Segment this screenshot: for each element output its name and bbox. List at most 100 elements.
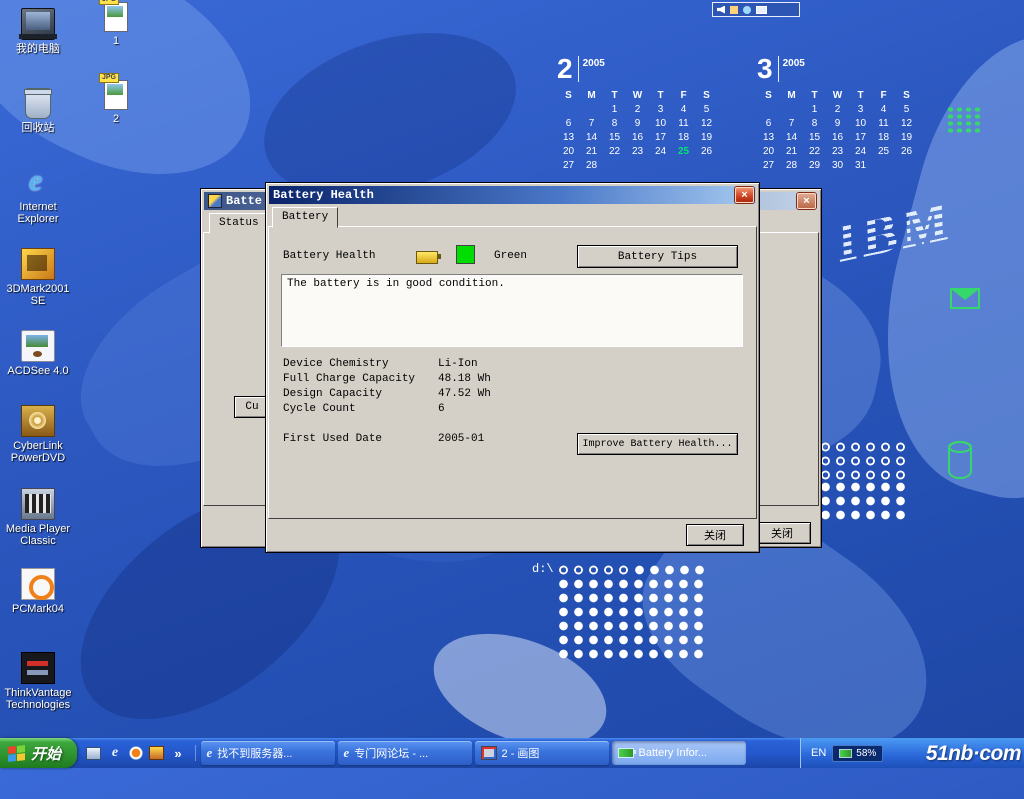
calendar-day: 18 <box>672 130 695 144</box>
close-icon[interactable]: × <box>797 193 816 209</box>
calendar-day <box>780 102 803 116</box>
calendar-day-header: T <box>849 88 872 102</box>
field-label: Cycle Count <box>283 403 356 415</box>
close-button[interactable]: 关闭 <box>686 524 744 546</box>
battery-tray-indicator[interactable]: 58% <box>832 745 883 762</box>
cyberlink-powerdvd-icon <box>21 405 55 437</box>
battery-icon <box>416 251 438 264</box>
battery-field-row: Full Charge Capacity48.18 Wh <box>283 373 603 388</box>
window-icon <box>208 194 222 208</box>
calendar-day <box>649 158 672 172</box>
my-computer-icon <box>21 8 55 40</box>
close-icon[interactable]: × <box>735 187 754 203</box>
taskbar: 开始 找不到服务器...专门网论坛 - ... 2 - 画图 Battery Inf… <box>0 738 1024 768</box>
ie-icon <box>344 745 350 761</box>
desktop-icon-pcmark04[interactable]: PCMark04 <box>2 568 74 615</box>
desktop-icon-cyberlink-powerdvd[interactable]: CyberLink PowerDVD <box>2 405 74 464</box>
taskbar-task-button[interactable]: Battery Infor... <box>612 741 746 765</box>
calendar-day: 26 <box>895 144 918 158</box>
calendar-day: 15 <box>803 130 826 144</box>
desktop-icon-acdsee[interactable]: ACDSee 4.0 <box>2 330 74 377</box>
calendar-day: 9 <box>626 116 649 130</box>
dot-matrix-decoration <box>818 440 910 480</box>
desktop-icon-recycle-bin[interactable]: 回收站 <box>2 88 74 134</box>
photo-viewer-icon[interactable] <box>149 746 164 760</box>
calendar-day: 15 <box>603 130 626 144</box>
calendar-day: 8 <box>803 116 826 130</box>
field-label: Device Chemistry <box>283 358 389 370</box>
battery-icon <box>839 749 852 758</box>
calendar-day: 16 <box>826 130 849 144</box>
speaker-icon <box>717 6 725 14</box>
calendar-day-header: W <box>826 88 849 102</box>
calendar-day: 16 <box>626 130 649 144</box>
desktop-file-2[interactable]: JPG2 <box>92 80 140 125</box>
calendar-day: 11 <box>872 116 895 130</box>
calendar-day <box>603 158 626 172</box>
battery-health-titlebar[interactable]: Battery Health × <box>269 186 756 204</box>
calendar-day: 19 <box>695 130 718 144</box>
calendar-day: 30 <box>826 158 849 172</box>
task-label: 2 - 画图 <box>502 745 540 761</box>
health-status-swatch <box>456 245 475 264</box>
tab-battery[interactable]: Battery <box>272 207 338 228</box>
desktop-icon-my-computer[interactable]: 我的电脑 <box>2 8 74 55</box>
show-desktop-icon[interactable] <box>86 747 101 760</box>
calendar-day: 31 <box>849 158 872 172</box>
health-status-value: Green <box>494 250 527 262</box>
calendar-day: 4 <box>672 102 695 116</box>
taskbar-task-button[interactable]: 2 - 画图 <box>475 741 609 765</box>
battery-health-dialog[interactable]: Battery Health × Battery Battery Health … <box>265 182 760 553</box>
calendar-day: 23 <box>826 144 849 158</box>
field-label: Full Charge Capacity <box>283 373 415 385</box>
thinkvantage-technologies-icon <box>21 652 55 684</box>
desktop-icon-thinkvantage-technologies[interactable]: ThinkVantage Technologies <box>2 652 74 711</box>
calendar-day: 27 <box>757 158 780 172</box>
taskbar-task-button[interactable]: 找不到服务器... <box>201 741 335 765</box>
calendar-grid: SMTWTFS123456789101112131415161718192021… <box>557 88 718 172</box>
calendar-day <box>580 102 603 116</box>
ie-icon <box>207 745 213 761</box>
media-player-icon[interactable] <box>129 746 143 760</box>
calendar-day-header: S <box>557 88 580 102</box>
calendar-day: 21 <box>780 144 803 158</box>
desktop-icon-internet-explorer[interactable]: Internet Explorer <box>2 168 74 225</box>
desktop-icon-3dmark2001-se[interactable]: 3DMark2001 SE <box>2 248 74 307</box>
battery-field-row: Device ChemistryLi-Ion <box>283 358 603 373</box>
language-indicator[interactable]: EN <box>811 747 826 759</box>
overflow-chevron-icon[interactable] <box>170 745 186 761</box>
desktop-file-1[interactable]: JPG 1 <box>92 2 140 47</box>
calendar-day: 3 <box>849 102 872 116</box>
desktop-icon-label: 我的电脑 <box>16 43 60 55</box>
calendar-month-number: 3 <box>757 56 779 82</box>
monitor-icon <box>756 6 767 14</box>
battery-field-row: Design Capacity47.52 Wh <box>283 388 603 403</box>
improve-battery-health-button[interactable]: Improve Battery Health... <box>577 433 738 455</box>
battery-tips-button[interactable]: Battery Tips <box>577 245 738 268</box>
calendar-day: 24 <box>849 144 872 158</box>
dot-matrix-decoration <box>818 480 910 524</box>
desktop-icon-media-player-classic[interactable]: Media Player Classic <box>2 488 74 547</box>
close-button[interactable]: 关闭 <box>753 522 811 544</box>
calendar-day: 17 <box>649 130 672 144</box>
condition-textbox: The battery is in good condition. <box>281 274 743 347</box>
desktop-icon-label: ACDSee 4.0 <box>7 365 68 377</box>
desktop-file-label: 1 <box>113 35 119 47</box>
calendar-day-header: S <box>757 88 780 102</box>
calendar-day: 9 <box>826 116 849 130</box>
calendar-day: 28 <box>580 158 603 172</box>
quick-launch-bar <box>77 745 196 761</box>
calendar-day: 4 <box>872 102 895 116</box>
tab-status[interactable]: Status <box>209 213 269 234</box>
taskbar-task-button[interactable]: 专门网论坛 - ... <box>338 741 472 765</box>
calendar-day-header: F <box>672 88 695 102</box>
battery-percent: 58% <box>856 748 876 759</box>
internet-explorer-icon[interactable] <box>107 745 123 761</box>
calendar-day: 12 <box>895 116 918 130</box>
calendar-day: 22 <box>803 144 826 158</box>
start-button[interactable]: 开始 <box>0 738 77 768</box>
calendar-day-header: W <box>626 88 649 102</box>
calendar-day-header: F <box>872 88 895 102</box>
jpg-file-icon: JPG <box>104 2 128 32</box>
calendar-day <box>757 102 780 116</box>
